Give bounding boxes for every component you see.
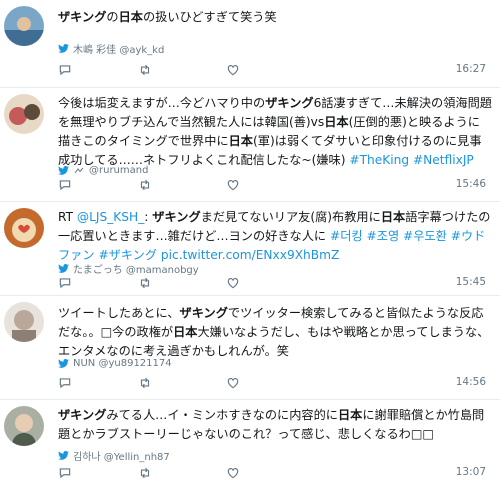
tweet-text-segment: ツイートしたあとに、	[58, 306, 180, 320]
tweet-actions: 13:07	[58, 466, 492, 480]
keyword-highlight: 日本	[228, 134, 253, 148]
keyword-highlight: 日本	[337, 408, 363, 422]
keyword-highlight: ザキング	[58, 408, 107, 422]
tweet-text: RT @LJS_KSH_: ザキングまだ見てないリア友(腐)布教用に日本語字幕つ…	[58, 208, 492, 265]
reply-icon[interactable]	[58, 376, 72, 390]
tweet-text: 今後は垢変えますが…今どハマり中のザキング6話凄すぎて…未解決の領海問題を無理や…	[58, 94, 492, 170]
tweet-text-segment: RT	[58, 210, 77, 224]
reply-icon[interactable]	[58, 276, 72, 290]
tweet-link[interactable]: #TheKing	[349, 153, 409, 167]
reply-icon[interactable]	[58, 466, 72, 480]
keyword-highlight: ザキング	[179, 306, 228, 320]
author-name: @rurumand	[89, 165, 149, 176]
tweet-text: ザキングの日本の扱いひどすぎて笑う笑	[58, 8, 492, 27]
heart-icon[interactable]	[226, 178, 240, 192]
keyword-highlight: 日本	[173, 325, 198, 339]
retweet-icon[interactable]	[138, 376, 152, 390]
tweet[interactable]: ザキングの日本の扱いひどすぎて笑う笑 木嶋 彩佳 @ayk_kd 16:27	[0, 0, 500, 88]
tweet[interactable]: RT @LJS_KSH_: ザキングまだ見てないリア友(腐)布教用に日本語字幕つ…	[0, 202, 500, 296]
retweet-icon[interactable]	[138, 178, 152, 192]
tweet-actions: 15:45	[58, 276, 492, 290]
tweet-author[interactable]: 木嶋 彩佳 @ayk_kd	[58, 41, 164, 56]
tweet[interactable]: ザキングみてる人…イ・ミンホすきなのに内容的に日本に謝罪賠償とか竹島問題とかラブ…	[0, 400, 500, 486]
keyword-highlight: ザキング	[58, 10, 107, 24]
link-icon	[74, 167, 84, 173]
tweet-text-segment: の扱いひどすぎて笑う笑	[142, 10, 277, 24]
twitter-bird-icon	[58, 264, 69, 273]
tweet-text-segment: みてる人…イ・ミンホすきなのに内容的に	[106, 408, 338, 422]
tweet-actions: 14:56	[58, 376, 492, 390]
twitter-bird-icon	[58, 44, 69, 53]
avatar[interactable]	[4, 406, 44, 446]
tweet-text-segment: の	[106, 10, 119, 24]
heart-icon[interactable]	[226, 376, 240, 390]
keyword-highlight: 日本	[118, 10, 143, 24]
author-name: NUN @yu89121174	[73, 358, 172, 369]
retweet-icon[interactable]	[138, 63, 152, 77]
tweet-timestamp[interactable]: 15:45	[456, 276, 486, 288]
keyword-highlight: 日本	[380, 210, 406, 224]
author-name: 木嶋 彩佳 @ayk_kd	[73, 45, 165, 56]
avatar[interactable]	[4, 208, 44, 248]
tweet-author[interactable]: NUN @yu89121174	[58, 358, 172, 369]
tweet-feed: ザキングの日本の扱いひどすぎて笑う笑 木嶋 彩佳 @ayk_kd 16:27 今…	[0, 0, 500, 486]
tweet-timestamp[interactable]: 15:46	[456, 178, 486, 190]
tweet-actions: 16:27	[58, 63, 492, 77]
tweet-text-segment: 今後は垢変えますが…今どハマり中の	[58, 96, 266, 110]
tweet[interactable]: 今後は垢変えますが…今どハマり中のザキング6話凄すぎて…未解決の領海問題を無理や…	[0, 88, 500, 202]
retweet-icon[interactable]	[138, 276, 152, 290]
tweet-author[interactable]: 김하나 @Yellin_nh87	[58, 448, 170, 463]
twitter-bird-icon	[58, 359, 69, 368]
retweet-icon[interactable]	[138, 466, 152, 480]
tweet-timestamp[interactable]: 13:07	[456, 466, 486, 478]
heart-icon[interactable]	[226, 63, 240, 77]
author-name: 김하나 @Yellin_nh87	[73, 452, 170, 463]
avatar[interactable]	[4, 94, 44, 134]
twitter-bird-icon	[58, 166, 69, 175]
keyword-highlight: ザキング	[152, 210, 201, 224]
tweet-link[interactable]: #ザキング	[98, 248, 157, 262]
tweet-text-segment: まだ見てないリア友(腐)布教用に	[200, 210, 381, 224]
tweet-link[interactable]: #NetflixJP	[413, 153, 474, 167]
tweet-link[interactable]: @LJS_KSH_	[77, 210, 144, 224]
tweet-timestamp[interactable]: 14:56	[456, 376, 486, 388]
tweet-actions: 15:46	[58, 178, 492, 192]
tweet-author[interactable]: @rurumand	[58, 165, 148, 176]
avatar[interactable]	[4, 302, 44, 342]
author-name: たまごっち @mamanobgy	[73, 265, 199, 276]
tweet-link[interactable]: #우도환	[403, 229, 447, 243]
tweet-text: ザキングみてる人…イ・ミンホすきなのに内容的に日本に謝罪賠償とか竹島問題とかラブ…	[58, 406, 492, 444]
tweet-link[interactable]: pic.twitter.com/ENxx9XhBmZ	[161, 248, 339, 262]
tweet-timestamp[interactable]: 16:27	[456, 63, 486, 75]
tweet[interactable]: ツイートしたあとに、ザキングでツイッター検索してみると皆似たような反応だな。。□…	[0, 296, 500, 400]
reply-icon[interactable]	[58, 178, 72, 192]
heart-icon[interactable]	[226, 466, 240, 480]
keyword-highlight: 日本	[324, 115, 349, 129]
tweet-link[interactable]: #조영	[367, 229, 400, 243]
tweet-text: ツイートしたあとに、ザキングでツイッター検索してみると皆似たような反応だな。。□…	[58, 304, 492, 361]
tweet-author[interactable]: たまごっち @mamanobgy	[58, 261, 199, 276]
twitter-bird-icon	[58, 451, 69, 460]
tweet-link[interactable]: #더킹	[330, 229, 363, 243]
reply-icon[interactable]	[58, 63, 72, 77]
keyword-highlight: ザキング	[265, 96, 314, 110]
heart-icon[interactable]	[226, 276, 240, 290]
avatar[interactable]	[4, 6, 44, 46]
